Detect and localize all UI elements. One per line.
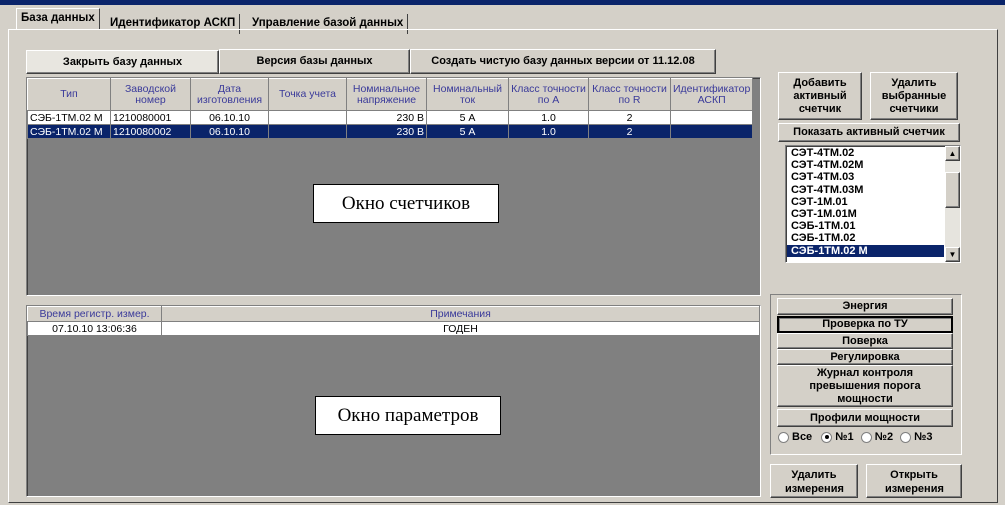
list-item-selected[interactable]: СЭБ-1ТМ.02 М	[787, 244, 944, 257]
scroll-up-button[interactable]: ▲	[945, 146, 960, 161]
col-header-type[interactable]: Тип	[27, 78, 111, 111]
col-header-current[interactable]: Номинальный ток	[426, 78, 509, 111]
list-item[interactable]: СЭБ-1ТМ.02	[787, 232, 944, 244]
table-row[interactable]: СЭБ-1ТМ.02 М 1210080002 06.10.10 230 В 5…	[27, 124, 754, 139]
cell-notes[interactable]: ГОДЕН	[161, 321, 760, 336]
cell-point[interactable]	[268, 110, 347, 125]
params-header-row: Время регистр. измер. Примечания	[27, 306, 760, 322]
cell-date[interactable]: 06.10.10	[190, 124, 269, 139]
adjustment-button[interactable]: Регулировка	[777, 349, 953, 365]
close-db-button[interactable]: Закрыть базу данных	[26, 50, 219, 74]
list-item[interactable]: СЭТ-1М.01М	[787, 208, 944, 220]
db-version-button[interactable]: Версия базы данных	[219, 49, 410, 74]
tab-database[interactable]: База данных	[16, 8, 100, 30]
cell-serial[interactable]: 1210080002	[110, 124, 191, 139]
radio-label: №2	[874, 431, 894, 443]
meters-window: Тип Заводской номер Дата изготовления То…	[26, 77, 761, 296]
radio-circle	[778, 431, 789, 443]
radio-all[interactable]: Все	[778, 431, 812, 443]
radio-no2[interactable]: №2	[860, 431, 894, 443]
cell-voltage[interactable]: 230 В	[346, 124, 427, 139]
cell-serial[interactable]: 1210080001	[110, 110, 191, 125]
meter-type-listbox[interactable]: СЭТ-4ТМ.02 СЭТ-4ТМ.02М СЭТ-4ТМ.03 СЭТ-4Т…	[785, 145, 961, 263]
col-header-voltage[interactable]: Номинальное напряжение	[346, 78, 427, 111]
radio-no1[interactable]: №1	[821, 431, 854, 443]
create-clean-db-button[interactable]: Создать чистую базу данных версии от 11.…	[410, 49, 716, 74]
list-item[interactable]: СЭТ-1М.01	[787, 196, 944, 208]
list-item[interactable]: СЭТ-4ТМ.02	[787, 147, 944, 159]
cell-askp-id[interactable]	[669, 110, 754, 125]
cell-class-r[interactable]: 2	[588, 110, 671, 125]
list-item[interactable]: СЭТ-4ТМ.02М	[787, 159, 944, 171]
col-header-reg-time[interactable]: Время регистр. измер.	[27, 306, 162, 322]
radio-label: №1	[835, 431, 854, 443]
profile-radio-group: Все №1 №2 №3	[778, 431, 958, 447]
show-active-meter-button[interactable]: Показать активный счетчик	[778, 123, 960, 142]
meters-window-label: Окно счетчиков	[313, 184, 499, 223]
cell-current[interactable]: 5 А	[426, 110, 509, 125]
cell-voltage[interactable]: 230 В	[346, 110, 427, 125]
energy-button[interactable]: Энергия	[777, 298, 953, 315]
check-button[interactable]: Поверка	[777, 333, 953, 349]
params-table: Время регистр. измер. Примечания 07.10.1…	[27, 306, 760, 336]
cell-class-a[interactable]: 1.0	[508, 124, 589, 139]
radio-label: №3	[914, 431, 933, 443]
power-profiles-button[interactable]: Профили мощности	[777, 409, 953, 427]
cell-askp-id[interactable]	[669, 124, 754, 139]
col-header-class-a[interactable]: Класс точности по А	[508, 78, 589, 111]
col-header-date[interactable]: Дата изготовления	[190, 78, 269, 111]
cell-class-a[interactable]: 1.0	[508, 110, 589, 125]
add-active-meter-button[interactable]: Добавить активный счетчик	[778, 72, 862, 120]
scroll-down-button[interactable]: ▼	[945, 247, 960, 262]
list-item[interactable]: СЭБ-1ТМ.01	[787, 220, 944, 232]
radio-circle	[821, 431, 833, 443]
delete-selected-meters-button[interactable]: Удалить выбранные счетчики	[870, 72, 958, 120]
col-header-askp-id[interactable]: Идентификатор АСКП	[669, 78, 754, 111]
radio-circle	[860, 431, 872, 443]
cell-reg-time[interactable]: 07.10.10 13:06:36	[27, 321, 162, 336]
col-header-serial[interactable]: Заводской номер	[110, 78, 191, 111]
cell-type[interactable]: СЭБ-1ТМ.02 М	[27, 110, 111, 125]
table-row[interactable]: 07.10.10 13:06:36 ГОДЕН	[27, 321, 760, 336]
radio-circle	[900, 431, 912, 443]
meters-table: Тип Заводской номер Дата изготовления То…	[27, 78, 754, 139]
cell-type[interactable]: СЭБ-1ТМ.02 М	[27, 124, 111, 139]
open-measurements-button[interactable]: Открыть измерения	[866, 464, 962, 498]
params-window: Время регистр. измер. Примечания 07.10.1…	[26, 305, 761, 497]
radio-no3[interactable]: №3	[900, 431, 933, 443]
radio-label: Все	[792, 431, 813, 443]
list-item[interactable]: СЭТ-4ТМ.03	[787, 171, 944, 183]
list-item[interactable]: СЭТ-4ТМ.03М	[787, 184, 944, 196]
cell-date[interactable]: 06.10.10	[190, 110, 269, 125]
col-header-point[interactable]: Точка учета	[268, 78, 347, 111]
meters-header-row: Тип Заводской номер Дата изготовления То…	[27, 78, 754, 111]
delete-measurements-button[interactable]: Удалить измерения	[770, 464, 858, 498]
table-row[interactable]: СЭБ-1ТМ.02 М 1210080001 06.10.10 230 В 5…	[27, 110, 754, 125]
power-log-button[interactable]: Журнал контроля превышения порога мощнос…	[777, 365, 953, 407]
scroll-thumb[interactable]	[945, 172, 960, 208]
col-header-notes[interactable]: Примечания	[161, 306, 760, 322]
col-header-class-r[interactable]: Класс точности по R	[588, 78, 671, 111]
title-bar-strip	[0, 0, 1005, 5]
check-tu-button[interactable]: Проверка по ТУ	[777, 316, 953, 333]
tab-strip: База данных Идентификатор АСКП Управлени…	[0, 6, 1005, 34]
params-window-label: Окно параметров	[315, 396, 501, 435]
cell-current[interactable]: 5 А	[426, 124, 509, 139]
cell-point[interactable]	[268, 124, 347, 139]
listbox-items: СЭТ-4ТМ.02 СЭТ-4ТМ.02М СЭТ-4ТМ.03 СЭТ-4Т…	[787, 147, 944, 257]
listbox-scrollbar[interactable]: ▲ ▼	[945, 146, 960, 262]
cell-class-r[interactable]: 2	[588, 124, 671, 139]
